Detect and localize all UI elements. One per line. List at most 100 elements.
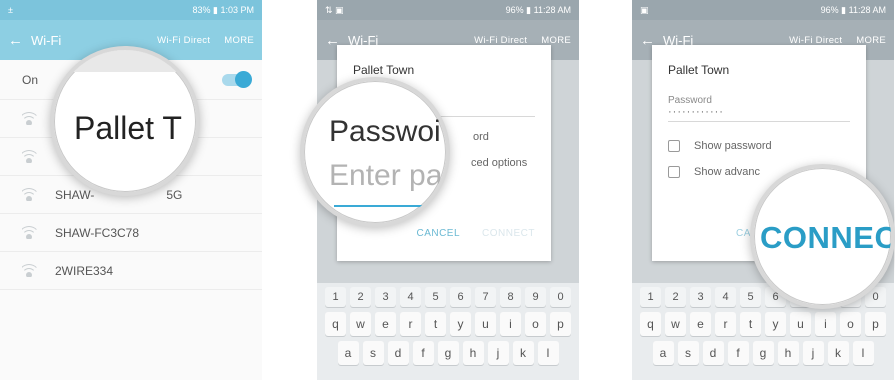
keyboard-key[interactable]: s [677, 341, 699, 365]
keyboard-key[interactable]: f [727, 341, 749, 365]
dialog-title: Pallet Town [668, 63, 730, 77]
network-name: SHAW- [55, 187, 95, 202]
keyboard-key[interactable]: 5 [740, 287, 761, 307]
keyboard-key[interactable]: y [450, 312, 471, 336]
magnified-connect-button[interactable]: CONNECT [760, 220, 891, 256]
keyboard-key[interactable]: a [337, 341, 359, 365]
network-item[interactable]: SHAW-FC3C78 [0, 214, 262, 252]
status-left: ▣ [640, 4, 649, 15]
keyboard-key[interactable]: r [400, 312, 421, 336]
keyboard-key[interactable]: j [487, 341, 509, 365]
keyboard-key[interactable]: 3 [690, 287, 711, 307]
back-arrow-icon[interactable]: ← [8, 32, 23, 49]
magnifier-divider [54, 50, 196, 72]
status-left: ± [8, 5, 13, 15]
wifi-direct-button[interactable]: Wi-Fi Direct [474, 35, 527, 46]
keyboard-key[interactable]: 2 [350, 287, 371, 307]
keyboard-key[interactable]: u [475, 312, 496, 336]
keyboard-key[interactable]: g [752, 341, 774, 365]
more-button[interactable]: MORE [224, 35, 254, 46]
keyboard-key[interactable]: 1 [325, 287, 346, 307]
magnifier-network-name: Pallet T [50, 46, 200, 196]
keyboard-key[interactable]: g [437, 341, 459, 365]
show-password-label: Show password [694, 140, 772, 152]
keyboard-key[interactable]: 2 [665, 287, 686, 307]
keyboard-key[interactable]: 5 [425, 287, 446, 307]
keyboard-key[interactable]: d [387, 341, 409, 365]
status-left: ⇅ ▣ [325, 4, 344, 15]
keyboard-key[interactable]: p [550, 312, 571, 336]
keyboard-key[interactable]: e [690, 312, 711, 336]
keyboard-key[interactable]: q [325, 312, 346, 336]
show-password-label[interactable]: ord [473, 131, 535, 143]
keyboard-key[interactable]: w [665, 312, 686, 336]
cancel-button[interactable]: CANCEL [416, 228, 460, 239]
keyboard-key[interactable]: i [815, 312, 836, 336]
keyboard-key[interactable]: 7 [475, 287, 496, 307]
dialog-title: Pallet Town [353, 63, 415, 77]
keyboard-key[interactable]: f [412, 341, 434, 365]
status-bar: ± 83% ▮ 1:03 PM [0, 0, 262, 20]
wifi-toggle[interactable] [222, 70, 252, 88]
keyboard-key[interactable]: t [425, 312, 446, 336]
network-item[interactable]: 2WIRE334 [0, 252, 262, 290]
wifi-direct-button[interactable]: Wi-Fi Direct [789, 35, 842, 46]
magnified-network-name: Pallet T [74, 110, 182, 146]
password-input[interactable]: ············ [668, 106, 850, 122]
network-name: SHAW-FC3C78 [55, 225, 140, 240]
show-advanced-label: Show advanc [694, 166, 761, 178]
keyboard-key[interactable]: h [777, 341, 799, 365]
keyboard-key[interactable]: i [500, 312, 521, 336]
show-advanced-label[interactable]: ced options [471, 157, 535, 169]
keyboard-key[interactable]: p [865, 312, 886, 336]
checkbox-icon[interactable] [668, 166, 680, 178]
checkbox-icon[interactable] [668, 140, 680, 152]
show-password-checkbox[interactable]: Show password [668, 140, 850, 152]
status-right: 96% ▮ 11:28 AM [505, 4, 571, 15]
wifi-signal-icon [22, 150, 37, 163]
magnified-input-underline [334, 205, 446, 207]
keyboard-key[interactable]: k [827, 341, 849, 365]
keyboard-key[interactable]: w [350, 312, 371, 336]
keyboard-key[interactable]: t [740, 312, 761, 336]
keyboard-key[interactable]: y [765, 312, 786, 336]
keyboard-key[interactable]: 1 [640, 287, 661, 307]
status-bar: ▣ 96% ▮ 11:28 AM [632, 0, 894, 20]
keyboard-key[interactable]: a [652, 341, 674, 365]
keyboard-key[interactable]: 4 [400, 287, 421, 307]
keyboard-key[interactable]: e [375, 312, 396, 336]
keyboard-key[interactable]: u [790, 312, 811, 336]
keyboard: 1234567890 qwertyuiop asdfghjkl [317, 283, 579, 380]
keyboard-key[interactable]: d [702, 341, 724, 365]
keyboard-key[interactable]: 4 [715, 287, 736, 307]
keyboard-key[interactable]: k [512, 341, 534, 365]
magnified-password-label: Passwoi [329, 115, 441, 148]
wifi-signal-icon [22, 112, 37, 125]
keyboard-key[interactable]: s [362, 341, 384, 365]
password-label: Password [668, 95, 712, 106]
dialog-buttons: CANCEL CONNECT [416, 228, 535, 239]
network-name: 2WIRE334 [55, 263, 114, 278]
wifi-direct-button[interactable]: Wi-Fi Direct [157, 35, 210, 46]
more-button[interactable]: MORE [541, 35, 571, 46]
keyboard-key[interactable]: o [525, 312, 546, 336]
keyboard-key[interactable]: 3 [375, 287, 396, 307]
keyboard-key[interactable]: 9 [525, 287, 546, 307]
keyboard-key[interactable]: l [852, 341, 874, 365]
password-input[interactable] [433, 101, 535, 117]
keyboard-key[interactable]: 6 [450, 287, 471, 307]
keyboard-key[interactable]: o [840, 312, 861, 336]
keyboard-key[interactable]: l [537, 341, 559, 365]
more-button[interactable]: MORE [856, 35, 886, 46]
magnified-password-hint: Enter pa: [329, 159, 450, 192]
wifi-signal-icon [22, 188, 37, 201]
keyboard-key[interactable]: 0 [550, 287, 571, 307]
keyboard-key[interactable]: q [640, 312, 661, 336]
status-right: 96% ▮ 11:28 AM [820, 4, 886, 15]
keyboard-key[interactable]: r [715, 312, 736, 336]
magnifier-password-field: Passwoi Enter pa: [300, 77, 450, 227]
keyboard-key[interactable]: 8 [500, 287, 521, 307]
connect-button[interactable]: CONNECT [482, 228, 535, 239]
keyboard-key[interactable]: j [802, 341, 824, 365]
keyboard-key[interactable]: h [462, 341, 484, 365]
